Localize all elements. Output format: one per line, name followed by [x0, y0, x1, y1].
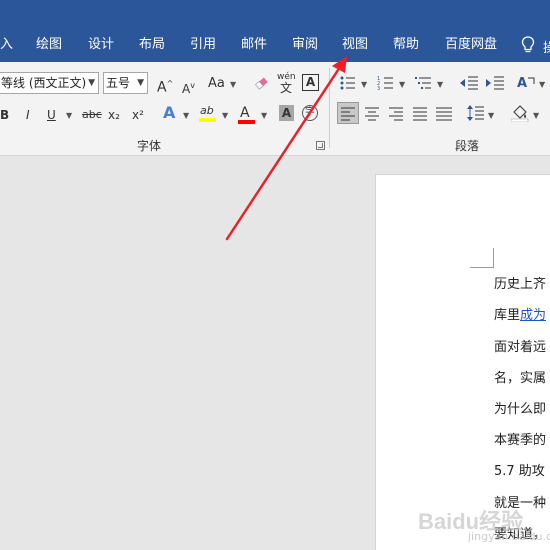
chevron-down-icon[interactable]: ▼ — [361, 80, 367, 89]
font-dialog-launcher-icon[interactable] — [316, 141, 325, 150]
tab-review[interactable]: 审阅 — [292, 37, 318, 53]
document-line-text: 库里 — [494, 308, 521, 323]
chevron-down-icon[interactable]: ▼ — [539, 80, 545, 89]
tab-view[interactable]: 视图 — [342, 37, 368, 53]
tab-layout[interactable]: 布局 — [139, 37, 165, 53]
shading-icon[interactable] — [511, 104, 529, 122]
ribbon-tab-bar: 入 绘图 设计 布局 引用 邮件 审阅 视图 帮助 百度网盘 操 — [0, 0, 550, 62]
superscript-button[interactable]: x² — [132, 106, 144, 124]
underline-button[interactable]: U — [47, 106, 56, 124]
ribbon: 等线 (西文正文) ▼ 五号 ▼ A^ Av Aa ▼ wén 文 A B I … — [0, 62, 550, 156]
subscript-button[interactable]: x₂ — [108, 106, 120, 124]
phonetic-char: 文 — [280, 81, 293, 95]
document-line: 为什么即 — [494, 402, 547, 417]
document-page[interactable] — [375, 174, 550, 550]
chinese-layout-icon[interactable]: A — [516, 74, 536, 92]
align-center-icon[interactable] — [365, 106, 380, 121]
page-margin-corner — [470, 248, 494, 268]
chevron-down-icon: ▼ — [137, 78, 144, 88]
svg-text:A: A — [517, 76, 527, 91]
strikethrough-button[interactable]: abc — [82, 106, 102, 124]
clear-formatting-icon[interactable] — [253, 74, 271, 92]
line-spacing-icon[interactable] — [467, 104, 485, 122]
highlight-color-bar — [199, 118, 216, 122]
chevron-down-icon[interactable]: ▼ — [183, 111, 189, 120]
align-left-icon — [341, 107, 355, 121]
multilevel-list-icon[interactable] — [415, 74, 433, 92]
chevron-down-icon[interactable]: ▼ — [399, 80, 405, 89]
tab-help[interactable]: 帮助 — [393, 37, 419, 53]
document-line: 历史上齐 — [494, 277, 547, 292]
distributed-icon[interactable] — [436, 106, 453, 121]
lightbulb-icon[interactable] — [521, 36, 535, 54]
chevron-down-icon[interactable]: ▼ — [488, 111, 494, 120]
grow-font-icon: A — [157, 79, 167, 96]
tab-draw[interactable]: 绘图 — [36, 37, 62, 53]
chevron-down-icon[interactable]: ▼ — [261, 111, 267, 120]
baidu-watermark-url: jingyan.baidu.com — [468, 530, 550, 543]
paragraph-group-label: 段落 — [455, 139, 480, 153]
character-shading-button[interactable]: A — [279, 105, 294, 121]
align-right-icon[interactable] — [389, 106, 404, 121]
tab-mailings[interactable]: 邮件 — [241, 37, 267, 53]
font-name-combo[interactable]: 等线 (西文正文) ▼ — [0, 72, 99, 94]
document-line: 名，实属 — [494, 371, 547, 386]
shrink-font-button[interactable]: Av — [182, 77, 195, 98]
justify-icon[interactable] — [413, 106, 428, 121]
bullets-icon[interactable] — [339, 74, 357, 92]
bold-button[interactable]: B — [0, 106, 9, 124]
tab-baidu-netdisk[interactable]: 百度网盘 — [445, 37, 497, 53]
document-link[interactable]: 成为 — [520, 308, 546, 323]
document-line: 5.7 助攻 1 — [494, 464, 550, 479]
font-size-value: 五号 — [106, 76, 131, 90]
text-effects-button[interactable]: A — [163, 104, 175, 122]
align-left-button[interactable] — [337, 102, 359, 124]
document-line: 库里成为 — [494, 308, 546, 324]
document-line: 本赛季的 — [494, 433, 547, 448]
font-size-combo[interactable]: 五号 ▼ — [103, 72, 148, 94]
decrease-indent-icon[interactable] — [459, 74, 479, 92]
tab-design[interactable]: 设计 — [88, 37, 114, 53]
tab-insert[interactable]: 入 — [0, 37, 13, 53]
change-case-icon: Aa — [208, 76, 225, 91]
chevron-down-icon[interactable]: ▼ — [437, 80, 443, 89]
chevron-down-icon[interactable]: ▼ — [222, 111, 228, 120]
chevron-down-icon: ▼ — [88, 78, 95, 88]
group-separator — [329, 68, 330, 148]
font-name-value: 等线 (西文正文) — [1, 76, 87, 90]
chevron-down-icon[interactable]: ▼ — [533, 111, 539, 120]
change-case-button[interactable]: Aa — [208, 75, 225, 93]
chevron-down-icon[interactable]: ▼ — [230, 80, 236, 89]
enclose-characters-button[interactable]: 字 — [302, 105, 318, 121]
shrink-font-icon: A — [182, 82, 191, 96]
font-color-bar — [238, 120, 255, 124]
document-line: 面对着远 — [494, 340, 547, 355]
grow-font-button[interactable]: A^ — [157, 75, 173, 97]
tab-tell-me[interactable]: 操 — [543, 37, 550, 56]
character-border-button[interactable]: A — [302, 74, 319, 91]
numbering-icon[interactable]: 1 2 3 — [377, 74, 395, 92]
chevron-down-icon[interactable]: ▼ — [66, 111, 72, 120]
italic-button[interactable]: I — [26, 106, 30, 124]
tab-references[interactable]: 引用 — [190, 37, 216, 53]
font-group-label: 字体 — [137, 139, 162, 153]
increase-indent-icon[interactable] — [485, 74, 505, 92]
svg-text:3: 3 — [377, 86, 380, 92]
